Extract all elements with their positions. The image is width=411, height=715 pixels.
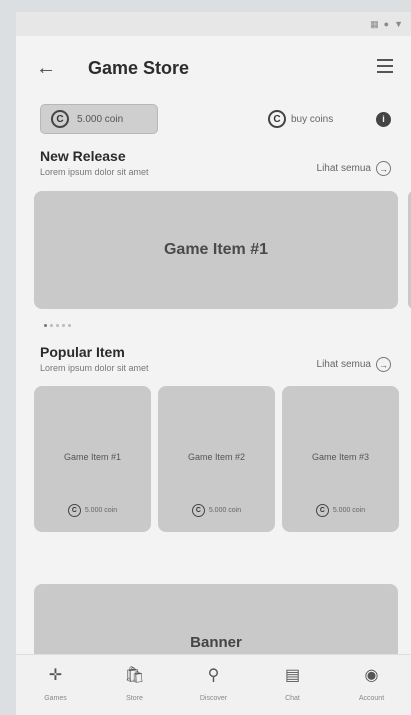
banner-label: Banner — [190, 634, 242, 651]
popular-items-row: Game Item #1 C 5.000 coin Game Item #2 C… — [16, 382, 411, 544]
app-bar: ← Game Store — [16, 36, 411, 96]
arrow-right-circle-icon: → — [376, 161, 391, 176]
see-all-label: Lihat semua — [316, 163, 371, 174]
game-item-price: C 5.000 coin — [34, 504, 151, 517]
carousel-dot[interactable] — [68, 324, 71, 327]
carousel-dot[interactable] — [50, 324, 53, 327]
game-item-name: Game Item #3 — [311, 452, 370, 462]
new-release-carousel: Game Item #1 — [16, 186, 411, 312]
carousel-dot[interactable] — [44, 324, 47, 327]
nav-item-games[interactable]: ✛ Games — [16, 655, 95, 715]
price-label: 5.000 coin — [208, 507, 242, 514]
store-bag-icon: 🛍 — [124, 667, 145, 684]
hero-game-card[interactable]: Game Item #1 — [34, 191, 398, 309]
popular-header: Popular Item Lorem ipsum dolor sit amet … — [16, 336, 411, 382]
section-subtitle: Lorem ipsum dolor sit amet — [40, 363, 149, 373]
nav-label: Games — [44, 695, 67, 702]
wifi-icon: ● — [383, 18, 390, 29]
see-all-label: Lihat semua — [316, 359, 371, 370]
arrow-right-circle-icon: → — [376, 357, 391, 372]
section-title: Popular Item — [40, 344, 125, 360]
nav-label: Account — [358, 695, 385, 702]
phone-screen: ▦ ● ▼ ← Game Store C 5.000 coin C buy co… — [16, 12, 411, 715]
nav-label: Discover — [199, 695, 228, 702]
carousel-dot[interactable] — [62, 324, 65, 327]
coin-balance: 5.000 coin — [77, 113, 124, 125]
hero-game-name: Game Item #1 — [163, 241, 269, 258]
chat-icon: ▤ — [284, 667, 301, 684]
battery-icon: ▼ — [394, 18, 403, 29]
signal-icon: ▦ — [370, 18, 379, 29]
coin-icon: C — [315, 504, 329, 517]
see-all-link[interactable]: Lihat semua → — [317, 161, 391, 176]
buy-coins-link[interactable]: C buy coins — [268, 110, 333, 128]
nav-item-discover[interactable]: ⚲ Discover — [174, 655, 253, 715]
coin-icon: C — [191, 504, 205, 517]
game-item-price: C 5.000 coin — [282, 504, 399, 517]
carousel-indicator — [16, 312, 411, 336]
game-item-card[interactable]: Game Item #2 C 5.000 coin — [158, 386, 275, 532]
coin-icon: C — [51, 110, 69, 128]
price-label: 5.000 coin — [332, 507, 366, 514]
nav-label: Chat — [285, 695, 300, 702]
game-item-name: Game Item #1 — [63, 452, 122, 462]
game-item-name: Game Item #2 — [187, 452, 246, 462]
buy-coins-label: buy coins — [291, 113, 334, 125]
nav-item-store[interactable]: 🛍 Store — [95, 655, 174, 715]
price-label: 5.000 coin — [84, 507, 118, 514]
coin-balance-chip[interactable]: C 5.000 coin — [40, 104, 158, 134]
section-subtitle: Lorem ipsum dolor sit amet — [40, 167, 149, 177]
nav-item-chat[interactable]: ▤ Chat — [253, 655, 332, 715]
status-bar: ▦ ● ▼ — [16, 12, 411, 36]
coin-icon: C — [268, 110, 286, 128]
bottom-navigation: ✛ Games 🛍 Store ⚲ Discover ▤ Chat ◉ Acco… — [16, 654, 411, 715]
carousel-dot[interactable] — [56, 324, 59, 327]
game-item-card[interactable]: Game Item #1 C 5.000 coin — [34, 386, 151, 532]
page-title: Game Store — [88, 58, 190, 78]
coin-icon: C — [67, 504, 81, 517]
nav-label: Store — [126, 695, 143, 702]
game-item-card[interactable]: Game Item #3 C 5.000 coin — [282, 386, 399, 532]
back-arrow-icon[interactable]: ← — [36, 58, 56, 78]
info-icon[interactable]: i — [376, 112, 391, 127]
account-icon: ◉ — [364, 667, 379, 684]
section-title: New Release — [40, 148, 126, 164]
nav-item-account[interactable]: ◉ Account — [332, 655, 411, 715]
search-icon: ⚲ — [207, 667, 220, 684]
see-all-link[interactable]: Lihat semua → — [317, 357, 391, 372]
gamepad-icon: ✛ — [48, 667, 63, 684]
new-release-header: New Release Lorem ipsum dolor sit amet L… — [16, 140, 411, 186]
coin-row: C 5.000 coin C buy coins i — [16, 96, 411, 140]
menu-icon[interactable] — [377, 59, 393, 77]
game-item-price: C 5.000 coin — [158, 504, 275, 517]
